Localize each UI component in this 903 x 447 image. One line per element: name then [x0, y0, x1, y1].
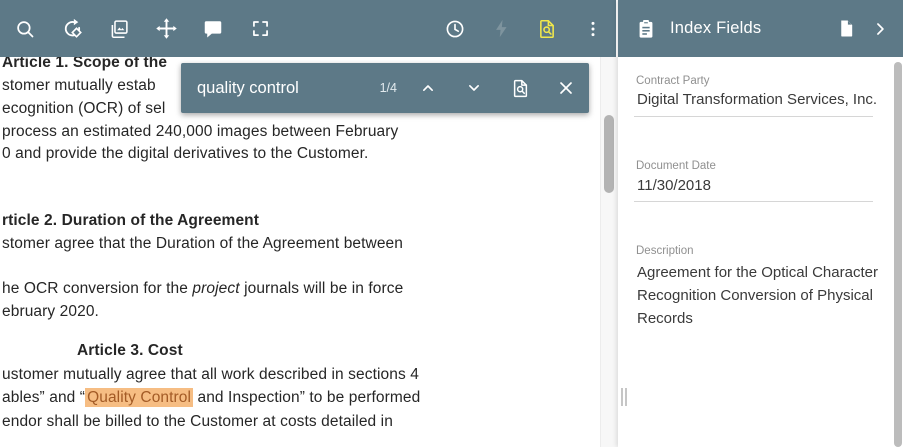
clock-icon — [444, 18, 466, 40]
document-search-icon — [510, 78, 531, 99]
document-scrollbar-thumb[interactable] — [604, 115, 614, 193]
doc-text-line: 0 and provide the digital derivatives to… — [2, 145, 368, 163]
find-query-input[interactable] — [197, 79, 380, 98]
close-find-bar-button[interactable] — [543, 63, 589, 113]
quick-actions-button[interactable] — [478, 0, 524, 57]
document-page-icon — [836, 18, 857, 39]
fullscreen-icon — [250, 18, 271, 39]
doc-text-line: ustomer mutually agree that all work des… — [2, 366, 419, 384]
rotate-icon — [61, 17, 84, 40]
toolbar-right-group — [432, 0, 616, 57]
doc-text-segment: ables” and “ — [2, 389, 85, 406]
field-label-document-date: Document Date — [636, 160, 716, 172]
chevron-up-icon — [418, 78, 438, 98]
doc-text-segment: he OCR conversion for the — [2, 280, 192, 297]
doc-text-segment: journals will be in force — [240, 280, 404, 297]
history-button[interactable] — [432, 0, 478, 57]
match-counter: 1/4 — [380, 81, 397, 95]
close-icon — [556, 78, 576, 98]
doc-text-line: stomer agree that the Duration of the Ag… — [2, 235, 403, 253]
field-value-document-date[interactable]: 11/30/2018 — [637, 177, 711, 194]
comment-icon — [202, 18, 224, 40]
chevron-right-icon — [870, 19, 890, 39]
flash-icon — [491, 18, 512, 39]
field-underline — [634, 116, 873, 117]
doc-text-segment: and Inspection” to be performed — [193, 389, 420, 406]
find-in-document-bar: 1/4 — [181, 63, 589, 113]
doc-text-line: he OCR conversion for the project journa… — [2, 280, 403, 298]
toolbar-left-group — [0, 0, 283, 57]
page-thumbnails-button[interactable] — [96, 0, 142, 57]
search-icon — [14, 18, 36, 40]
find-next-button[interactable] — [451, 63, 497, 113]
field-label-contract-party: Contract Party — [636, 75, 710, 87]
pan-button[interactable] — [143, 0, 189, 57]
comment-button[interactable] — [190, 0, 236, 57]
field-label-description: Description — [636, 245, 694, 257]
sidebar-scrollbar-thumb[interactable] — [894, 62, 902, 447]
doc-text-line: ecognition (OCR) of sel — [2, 100, 165, 118]
field-value-description[interactable]: Agreement for the Optical Character Reco… — [637, 261, 885, 330]
collapse-panel-button[interactable] — [863, 0, 897, 57]
doc-text-line: stomer mutually estab — [2, 77, 156, 95]
doc-text-line: ebruary 2020. — [2, 303, 99, 321]
doc-heading-article-3: Article 3. Cost — [77, 342, 183, 360]
document-scrollbar-track — [600, 57, 618, 447]
field-value-contract-party[interactable]: Digital Transformation Services, Inc. — [637, 91, 877, 108]
panel-resize-handle[interactable] — [621, 388, 627, 406]
index-fields-header: Index Fields — [618, 0, 903, 57]
rotate-page-button[interactable] — [49, 0, 95, 57]
search-match-highlight: Quality Control — [85, 388, 193, 407]
more-vertical-icon — [583, 19, 603, 39]
page-thumbnails-icon — [108, 18, 130, 40]
advanced-document-search-button[interactable] — [497, 63, 543, 113]
doc-text-line: process an estimated 240,000 images betw… — [2, 123, 398, 141]
document-toolbar — [0, 0, 616, 57]
more-options-button[interactable] — [570, 0, 616, 57]
fullscreen-button[interactable] — [237, 0, 283, 57]
doc-text-line: ables” and “Quality Control and Inspecti… — [2, 389, 420, 407]
document-search-icon — [536, 18, 558, 40]
index-fields-panel: Index Fields Contract Party Digital Tran… — [618, 0, 903, 447]
document-viewer: Article 1. Scope of the stomer mutually … — [0, 0, 618, 447]
field-underline — [634, 201, 873, 202]
app-window: Article 1. Scope of the stomer mutually … — [0, 0, 903, 447]
pan-icon — [155, 17, 178, 40]
search-button[interactable] — [2, 0, 48, 57]
find-previous-button[interactable] — [405, 63, 451, 113]
doc-heading-article-2: rticle 2. Duration of the Agreement — [2, 212, 259, 230]
document-search-button[interactable] — [524, 0, 570, 57]
doc-text-italic: project — [192, 280, 239, 297]
doc-text-line: endor shall be billed to the Customer at… — [2, 413, 393, 431]
panel-title: Index Fields — [670, 19, 829, 38]
clipboard-icon — [635, 18, 657, 40]
chevron-down-icon — [464, 78, 484, 98]
document-page-button[interactable] — [829, 0, 863, 57]
